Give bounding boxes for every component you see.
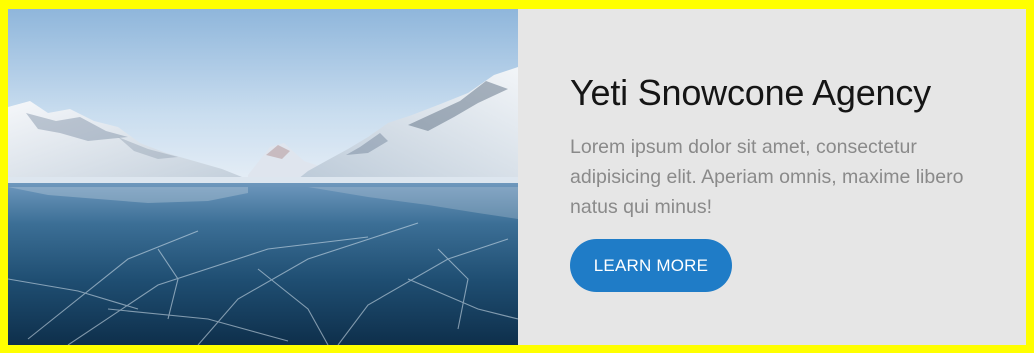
learn-more-button[interactable]: LEARN MORE [570,239,732,293]
promo-content: Yeti Snowcone Agency Lorem ipsum dolor s… [518,9,1026,345]
card-description: Lorem ipsum dolor sit amet, consectetur … [570,136,964,219]
card-title: Yeti Snowcone Agency [570,72,931,113]
hero-image-frozen-lake [8,9,518,345]
frozen-lake-illustration [8,9,518,345]
promo-card: Yeti Snowcone Agency Lorem ipsum dolor s… [8,9,1026,345]
